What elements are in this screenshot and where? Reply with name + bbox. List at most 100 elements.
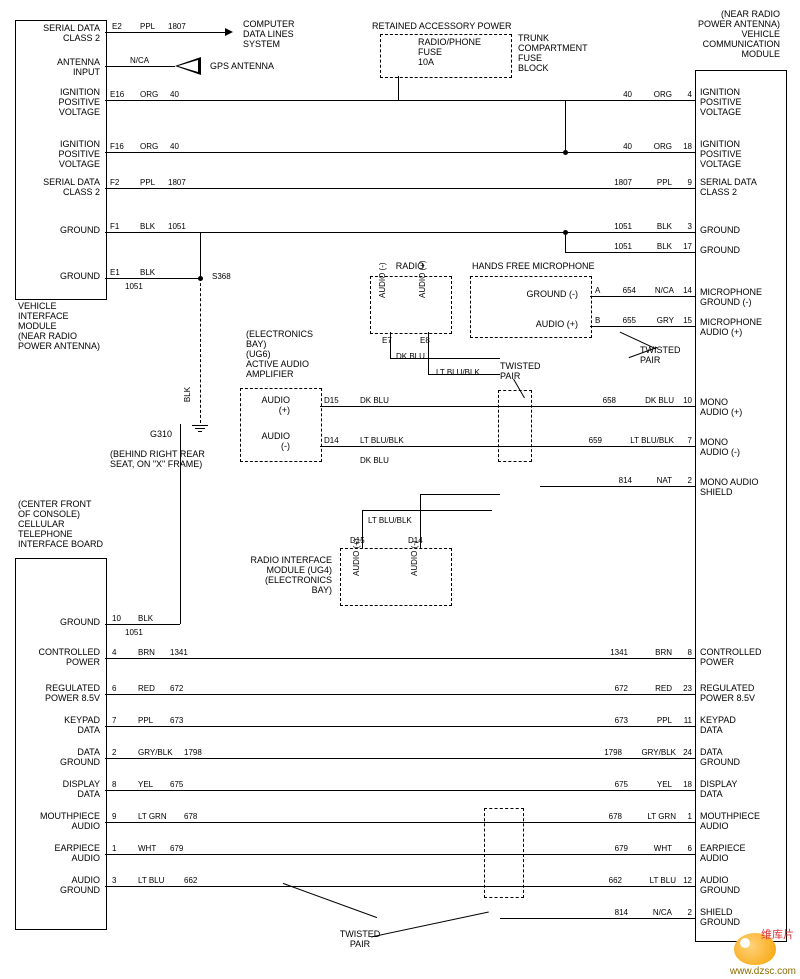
wire — [420, 494, 421, 548]
dkblu: DK BLU — [396, 352, 425, 361]
dkblu: DK BLU — [360, 396, 389, 405]
wire — [105, 658, 695, 659]
pin: 12 — [678, 876, 692, 885]
brow-r: SHIELD GROUND — [700, 908, 786, 928]
wire-color: YEL — [138, 780, 153, 789]
radio-phone-label: RADIO/PHONE FUSE 10A — [418, 38, 498, 68]
wire-color: BLK — [140, 268, 155, 277]
elec-bay-label: (ELECTRONICS BAY) (UG6) ACTIVE AUDIO AMP… — [246, 330, 336, 379]
brow-l: DATA GROUND — [18, 748, 100, 768]
ltblublk: LT BLU/BLK — [368, 516, 412, 525]
brow-l: KEYPAD DATA — [18, 716, 100, 736]
pin: 10 — [112, 614, 121, 623]
audio-pos: AUDIO (+) — [418, 260, 427, 298]
pin: E1 — [110, 268, 120, 277]
pin: 2 — [112, 748, 116, 757]
wire — [105, 32, 225, 33]
pin: 17 — [678, 242, 692, 251]
wire-num: 1051 — [600, 242, 632, 251]
gps-label: GPS ANTENNA — [210, 62, 274, 72]
wire — [590, 326, 695, 327]
pin: 9 — [112, 812, 116, 821]
wire-num: 1798 — [184, 748, 202, 757]
blk-vert: BLK — [183, 387, 192, 402]
pin: 7 — [112, 716, 116, 725]
wire-color: ORG — [140, 142, 158, 151]
wire-color: YEL — [636, 780, 672, 789]
wire — [428, 374, 500, 375]
pin-d14: D14 — [324, 436, 339, 445]
wire-num: 659 — [570, 436, 602, 445]
wire-color: RED — [636, 684, 672, 693]
brow-l: EARPIECE AUDIO — [18, 844, 100, 864]
row-label: GROUND — [700, 226, 782, 236]
wire-num: 40 — [170, 90, 179, 99]
left-module-top-label: VEHICLE INTERFACE MODULE (NEAR RADIO POW… — [18, 302, 118, 351]
wire-num: 655 — [604, 316, 636, 325]
wire-color: BLK — [640, 222, 672, 231]
left-module-bottom-label: (CENTER FRONT OF CONSOLE) CELLULAR TELEP… — [18, 500, 118, 549]
wire-num: 1807 — [168, 22, 186, 31]
ground-icon — [192, 425, 208, 432]
wire — [105, 152, 695, 153]
wire — [390, 358, 500, 359]
wire — [105, 232, 695, 233]
pin-a: A — [595, 286, 600, 295]
wire-num: 675 — [596, 780, 628, 789]
wire — [105, 790, 695, 791]
pin: 15 — [678, 316, 692, 325]
pin: 6 — [112, 684, 116, 693]
wire-color: NAT — [640, 476, 672, 485]
wire-dashed — [200, 278, 201, 423]
wire-color: GRY/BLK — [138, 748, 173, 757]
wire-color: PPL — [138, 716, 153, 725]
pin: 7 — [678, 436, 692, 445]
wire-num: 1341 — [170, 648, 188, 657]
wire-num: 1798 — [590, 748, 622, 757]
wire-color: N/CA — [636, 908, 672, 917]
wire-color: ORG — [640, 90, 672, 99]
wire — [565, 232, 566, 252]
wire-num: 40 — [600, 142, 632, 151]
row-label: IGNITION POSITIVE VOLTAGE — [18, 140, 100, 170]
wire-color: N/CA — [642, 286, 674, 295]
wire-color: GRY/BLK — [624, 748, 676, 757]
ground-neg: GROUND (-) — [490, 290, 578, 300]
wire-num: 679 — [596, 844, 628, 853]
pin: 1 — [678, 812, 692, 821]
brow-l: REGULATED POWER 8.5V — [18, 684, 100, 704]
brow-l: CONTROLLED POWER — [18, 648, 100, 668]
brow-r: AUDIO GROUND — [700, 876, 786, 896]
wire — [180, 424, 181, 624]
trunk-label: TRUNK COMPARTMENT FUSE BLOCK — [518, 34, 608, 74]
wire-color: BLK — [640, 242, 672, 251]
wire — [500, 918, 695, 919]
wire — [105, 624, 180, 625]
wire-num: 1051 — [168, 222, 186, 231]
dkblu: DK BLU — [360, 456, 389, 465]
arrow-icon — [225, 28, 233, 36]
wire — [390, 332, 391, 358]
pin: 23 — [678, 684, 692, 693]
row-label: GROUND — [18, 272, 100, 282]
wire-num: 1051 — [125, 282, 143, 291]
wire — [105, 66, 175, 67]
brow-r: CONTROLLED POWER — [700, 648, 786, 668]
wire — [428, 332, 429, 374]
badge-text: 维库片 — [761, 929, 794, 941]
pin: 6 — [678, 844, 692, 853]
pin: E2 — [112, 22, 122, 31]
brow-l: AUDIO GROUND — [18, 876, 100, 896]
wire-num: 672 — [596, 684, 628, 693]
wire-color: GRY — [642, 316, 674, 325]
g310-label: G310 — [150, 430, 172, 440]
row-label: GROUND — [18, 226, 100, 236]
wire — [105, 822, 695, 823]
pin: 11 — [678, 716, 692, 725]
wire-color: LT GRN — [138, 812, 167, 821]
pin: 8 — [678, 648, 692, 657]
pin: 2 — [678, 908, 692, 917]
wire-color: PPL — [140, 22, 155, 31]
row-label: MONO AUDIO SHIELD — [700, 478, 786, 498]
wire-num: 814 — [600, 476, 632, 485]
